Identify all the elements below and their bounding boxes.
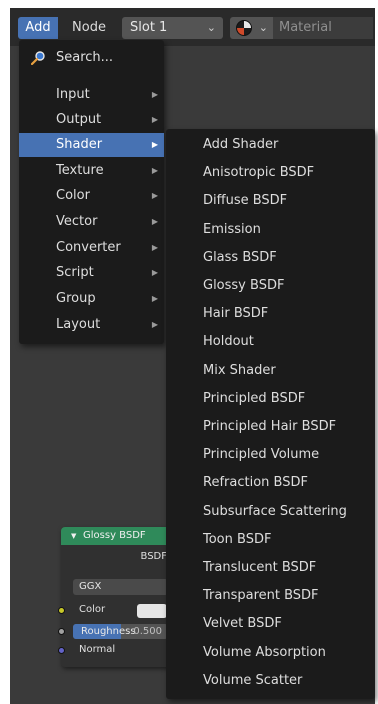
shader-item-diffuse-bsdf[interactable]: Diffuse BSDF	[203, 190, 287, 212]
submenu-arrow-icon: ▶	[151, 268, 158, 277]
menu-item-label: Color	[56, 188, 90, 203]
shader-item-mix-shader[interactable]: Mix Shader	[203, 360, 276, 382]
submenu-arrow-icon: ▶	[151, 243, 158, 252]
menu-item-label: Input	[56, 87, 90, 102]
normal-input-label: Normal	[79, 644, 116, 655]
submenu-arrow-icon: ▶	[151, 140, 158, 149]
submenu-arrow-icon: ▶	[151, 217, 158, 226]
shader-item-hair-bsdf[interactable]: Hair BSDF	[203, 303, 268, 325]
shader-item-add-shader[interactable]: Add Shader	[203, 134, 278, 156]
submenu-arrow-icon: ▶	[151, 115, 158, 124]
node-output-label: BSDF	[140, 551, 167, 562]
submenu-arrow-icon: ▶	[151, 294, 158, 303]
node-header[interactable]: ▼ Glossy BSDF	[61, 527, 173, 545]
shader-item-holdout[interactable]: Holdout	[203, 331, 254, 353]
add-menu-item-layout[interactable]: Layout ▶	[19, 313, 164, 337]
chevron-down-icon: ⌄	[206, 21, 216, 34]
search-icon	[31, 51, 45, 65]
node-menu-button[interactable]: Node	[60, 17, 118, 39]
menu-item-label: Vector	[56, 214, 98, 229]
color-socket[interactable]	[58, 607, 65, 614]
menu-item-label: Texture	[56, 163, 104, 178]
collapse-triangle-icon[interactable]: ▼	[71, 527, 76, 545]
submenu-arrow-icon: ▶	[151, 166, 158, 175]
shader-item-toon-bsdf[interactable]: Toon BSDF	[203, 529, 271, 551]
submenu-arrow-icon: ▶	[151, 320, 158, 329]
search-menu-item[interactable]: Search...	[19, 46, 164, 70]
color-swatch[interactable]	[137, 604, 167, 618]
add-menu-item-output[interactable]: Output ▶	[19, 108, 164, 132]
add-menu-item-shader[interactable]: Shader ▶	[19, 133, 164, 157]
menu-item-label: Converter	[56, 240, 121, 255]
add-menu-item-texture[interactable]: Texture ▶	[19, 159, 164, 183]
menu-item-label: Output	[56, 112, 102, 127]
add-menu-button[interactable]: Add	[18, 17, 58, 39]
chevron-down-icon: ⌄	[258, 21, 268, 34]
slot-dropdown[interactable]: Slot 1 ⌄	[122, 17, 223, 39]
shader-item-translucent-bsdf[interactable]: Translucent BSDF	[203, 557, 316, 579]
color-input-label: Color	[79, 604, 106, 615]
shader-item-subsurface-scattering[interactable]: Subsurface Scattering	[203, 501, 347, 523]
menu-item-label: Shader	[56, 137, 103, 152]
add-menu-item-input[interactable]: Input ▶	[19, 83, 164, 107]
shader-item-principled-hair-bsdf[interactable]: Principled Hair BSDF	[203, 416, 336, 438]
shader-item-glass-bsdf[interactable]: Glass BSDF	[203, 247, 277, 269]
shader-item-glossy-bsdf[interactable]: Glossy BSDF	[203, 275, 284, 297]
menu-item-label: Group	[56, 291, 96, 306]
add-menu-item-converter[interactable]: Converter ▶	[19, 236, 164, 260]
add-menu-item-script[interactable]: Script ▶	[19, 261, 164, 285]
shader-item-emission[interactable]: Emission	[203, 219, 261, 241]
distribution-dropdown[interactable]: GGX	[73, 579, 168, 595]
submenu-arrow-icon: ▶	[151, 191, 158, 200]
roughness-value: 0.500	[133, 626, 162, 637]
material-sphere-icon	[236, 20, 252, 36]
add-menu: Search... Input ▶ Output ▶ Shader ▶ Texture ▶ Co…	[19, 40, 164, 344]
roughness-label: Roughness	[81, 626, 136, 637]
shader-item-volume-scatter[interactable]: Volume Scatter	[203, 670, 302, 692]
add-menu-item-group[interactable]: Group ▶	[19, 287, 164, 311]
roughness-socket[interactable]	[58, 628, 65, 635]
slot-label: Slot 1	[130, 20, 168, 35]
shader-submenu: Add Shader Anisotropic BSDF Diffuse BSDF Em…	[166, 129, 375, 699]
add-menu-item-color[interactable]: Color ▶	[19, 184, 164, 208]
menu-item-label: Layout	[56, 317, 101, 332]
shader-item-principled-volume[interactable]: Principled Volume	[203, 444, 319, 466]
shader-item-transparent-bsdf[interactable]: Transparent BSDF	[203, 585, 319, 607]
shader-item-velvet-bsdf[interactable]: Velvet BSDF	[203, 613, 282, 635]
material-name-field[interactable]: Material	[273, 17, 373, 39]
menu-item-label: Script	[56, 265, 94, 280]
submenu-arrow-icon: ▶	[151, 90, 158, 99]
shader-item-volume-absorption[interactable]: Volume Absorption	[203, 642, 326, 664]
glossy-bsdf-node[interactable]: ▼ Glossy BSDF BSDF GGX Color Roughness 0…	[58, 527, 173, 667]
shader-item-anisotropic-bsdf[interactable]: Anisotropic BSDF	[203, 162, 314, 184]
roughness-slider[interactable]: Roughness 0.500	[73, 624, 168, 639]
add-menu-item-vector[interactable]: Vector ▶	[19, 210, 164, 234]
shader-item-refraction-bsdf[interactable]: Refraction BSDF	[203, 472, 308, 494]
node-title: Glossy BSDF	[83, 530, 146, 541]
search-label: Search...	[56, 50, 114, 65]
material-browse-button[interactable]: ⌄	[230, 17, 273, 39]
normal-socket[interactable]	[58, 647, 65, 654]
shader-item-principled-bsdf[interactable]: Principled BSDF	[203, 388, 305, 410]
